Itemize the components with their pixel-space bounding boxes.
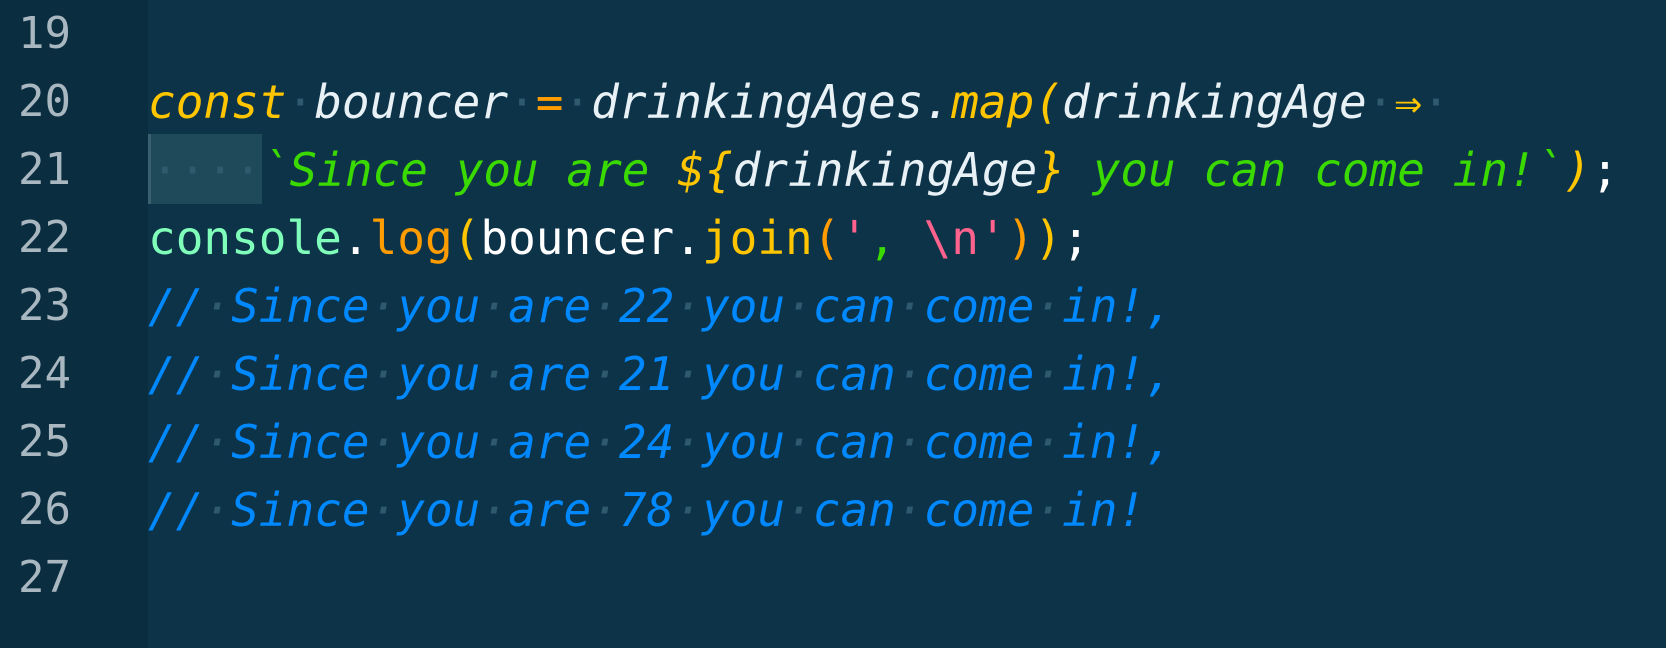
close-paren: ): [1006, 211, 1035, 265]
whitespace-dot: ·: [480, 483, 509, 537]
code-text: ····`Since you are ${drinkingAge} you ca…: [148, 134, 1619, 206]
string-quote: ': [840, 211, 869, 265]
whitespace-dot: ·: [369, 415, 398, 469]
code-editor[interactable]: 19 20 const·bouncer·=·drinkingAges.map(d…: [0, 0, 1666, 648]
line-number: 24: [18, 348, 71, 399]
whitespace-dot: ·: [895, 347, 924, 401]
line-number: 19: [18, 8, 71, 59]
whitespace-dot: ·: [785, 415, 813, 469]
comment: //·Since·you·are·78·you·can·come·in!: [148, 483, 1146, 537]
line-number: 25: [18, 416, 71, 467]
whitespace-dot: ·: [674, 483, 702, 537]
whitespace-dot: ·: [895, 483, 924, 537]
whitespace-dot: ·: [895, 279, 924, 333]
whitespace-dot: ·: [508, 75, 536, 129]
arrow-operator: ⇒: [1394, 75, 1423, 129]
whitespace-dot: ·: [480, 279, 509, 333]
whitespace-dot: ·: [369, 483, 398, 537]
line-number: 23: [18, 280, 71, 331]
open-paren: (: [452, 211, 481, 265]
whitespace-dot: ·: [203, 415, 232, 469]
template-string-end: you can come in!`: [1064, 143, 1564, 197]
whitespace-dot: ·: [1034, 415, 1063, 469]
interpolation-open: ${: [677, 143, 733, 197]
whitespace-dot: ·: [785, 279, 813, 333]
whitespace-dot: ·: [203, 279, 232, 333]
whitespace-dot: ·: [674, 415, 702, 469]
method-join: join: [701, 211, 813, 265]
line-number: 22: [18, 212, 71, 263]
whitespace-dot: ·: [674, 347, 702, 401]
dot-operator: .: [674, 211, 702, 265]
whitespace-dot: ·: [563, 75, 592, 129]
code-text: const·bouncer·=·drinkingAges.map(drinkin…: [148, 66, 1450, 138]
string-quote: ': [978, 211, 1007, 265]
code-line-23[interactable]: 23 //·Since·you·are·22·you·can·come·in!,: [0, 270, 1666, 342]
close-paren: ): [1563, 143, 1592, 197]
line-number: 21: [18, 144, 71, 195]
whitespace-dot: ·: [203, 483, 232, 537]
variable-drinking-ages: drinkingAges: [591, 75, 924, 129]
open-paren: (: [812, 211, 841, 265]
comment: //·Since·you·are·24·you·can·come·in!,: [148, 415, 1173, 469]
code-line-27[interactable]: 27: [0, 542, 1666, 614]
whitespace-dot: ·: [785, 483, 813, 537]
whitespace-dot: ·: [895, 415, 924, 469]
whitespace-dot: ·: [369, 279, 398, 333]
whitespace-dot: ·: [480, 347, 509, 401]
code-line-26[interactable]: 26 //·Since·you·are·78·you·can·come·in!: [0, 474, 1666, 546]
dot-operator: .: [923, 75, 952, 129]
semicolon: ;: [1591, 143, 1619, 197]
line-number: 20: [18, 76, 71, 127]
whitespace-dot: ·: [203, 347, 232, 401]
whitespace-dot: ·: [1034, 483, 1063, 537]
line-number: 26: [18, 484, 71, 535]
string-comma: ,: [868, 211, 924, 265]
code-line-25[interactable]: 25 //·Since·you·are·24·you·can·come·in!,: [0, 406, 1666, 478]
code-line-21[interactable]: 21 ····`Since you are ${drinkingAge} you…: [0, 134, 1666, 206]
whitespace-dot: ·: [1034, 279, 1063, 333]
indent-guide: ····: [148, 134, 262, 204]
whitespace-dot: ·: [591, 483, 619, 537]
close-paren: ): [1034, 211, 1063, 265]
whitespace-dot: ·: [1034, 347, 1063, 401]
comment: //·Since·you·are·21·you·can·come·in!,: [148, 347, 1173, 401]
whitespace-dot: ·: [286, 75, 315, 129]
whitespace-dot: ·: [591, 415, 619, 469]
operator-assign: =: [535, 75, 564, 129]
whitespace-dot: ·: [591, 279, 619, 333]
method-map: map: [951, 75, 1035, 129]
semicolon: ;: [1062, 211, 1090, 265]
whitespace-dot: ·: [591, 347, 619, 401]
whitespace-dot: ·: [1422, 75, 1450, 129]
code-line-24[interactable]: 24 //·Since·you·are·21·you·can·come·in!,: [0, 338, 1666, 410]
interpolation-close: }: [1037, 143, 1065, 197]
whitespace-dot: ·: [1366, 75, 1395, 129]
variable-bouncer: bouncer: [314, 75, 509, 129]
interpolation-variable: drinkingAge: [732, 143, 1038, 197]
method-log: log: [369, 211, 453, 265]
whitespace-dot: ·: [674, 279, 702, 333]
code-line-20[interactable]: 20 const·bouncer·=·drinkingAges.map(drin…: [0, 66, 1666, 138]
param-drinking-age: drinkingAge: [1062, 75, 1367, 129]
code-text: console.log(bouncer.join(', \n'));: [148, 202, 1090, 274]
keyword-const: const: [148, 75, 287, 129]
open-paren: (: [1034, 75, 1063, 129]
comment: //·Since·you·are·22·you·can·come·in!,: [148, 279, 1173, 333]
whitespace-dot: ·: [785, 347, 813, 401]
code-line-22[interactable]: 22 console.log(bouncer.join(', \n'));: [0, 202, 1666, 274]
template-string-start: `Since you are: [261, 143, 678, 197]
escape-newline: \n: [923, 211, 979, 265]
whitespace-dot: ·: [369, 347, 398, 401]
whitespace-dot: ·: [480, 415, 509, 469]
code-line-19[interactable]: 19: [0, 0, 1666, 70]
line-number: 27: [18, 552, 71, 603]
dot-operator: .: [341, 211, 370, 265]
variable-bouncer: bouncer: [480, 211, 675, 265]
object-console: console: [148, 211, 342, 265]
